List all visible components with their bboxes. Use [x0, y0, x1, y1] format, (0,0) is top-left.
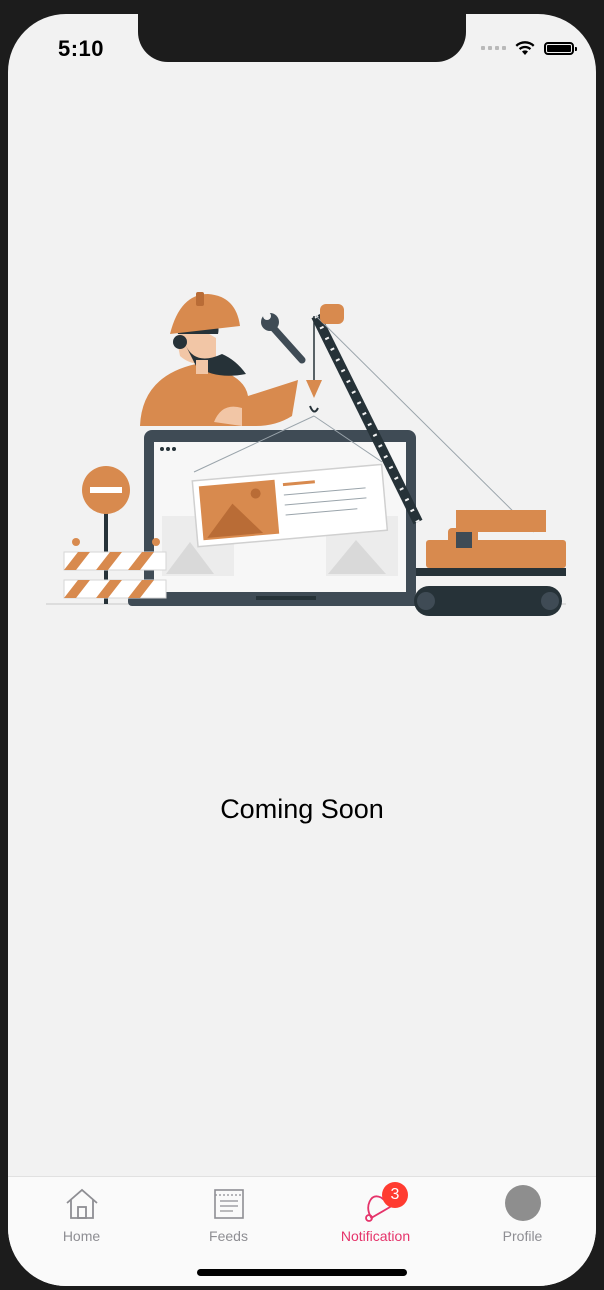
home-icon: [65, 1188, 98, 1219]
tab-notification-label: Notification: [340, 1228, 411, 1244]
status-icons: [481, 40, 577, 56]
tab-home[interactable]: Home: [8, 1177, 155, 1267]
under-construction-illustration: [46, 292, 566, 616]
tab-feeds-label: Feeds: [209, 1228, 248, 1244]
coming-soon-text: Coming Soon: [220, 794, 384, 824]
feeds-icon: [213, 1189, 244, 1219]
tab-home-label: Home: [62, 1228, 101, 1244]
tab-profile-label: Profile: [502, 1228, 543, 1244]
tab-notification[interactable]: 3 Notification: [302, 1177, 449, 1267]
tab-feeds[interactable]: Feeds: [155, 1177, 302, 1267]
notification-badge: 3: [382, 1182, 408, 1208]
device-notch: [138, 14, 466, 62]
tab-profile[interactable]: Profile: [449, 1177, 596, 1267]
avatar-icon: [504, 1185, 541, 1221]
home-indicator[interactable]: [197, 1269, 407, 1276]
wifi-icon: [515, 41, 535, 55]
signal-icon: [481, 46, 506, 50]
battery-icon: [544, 41, 577, 55]
status-time: 5:10: [58, 36, 105, 61]
phone-screen: 5:10 Coming Soon Home Feeds 3 Notificati…: [8, 14, 596, 1286]
